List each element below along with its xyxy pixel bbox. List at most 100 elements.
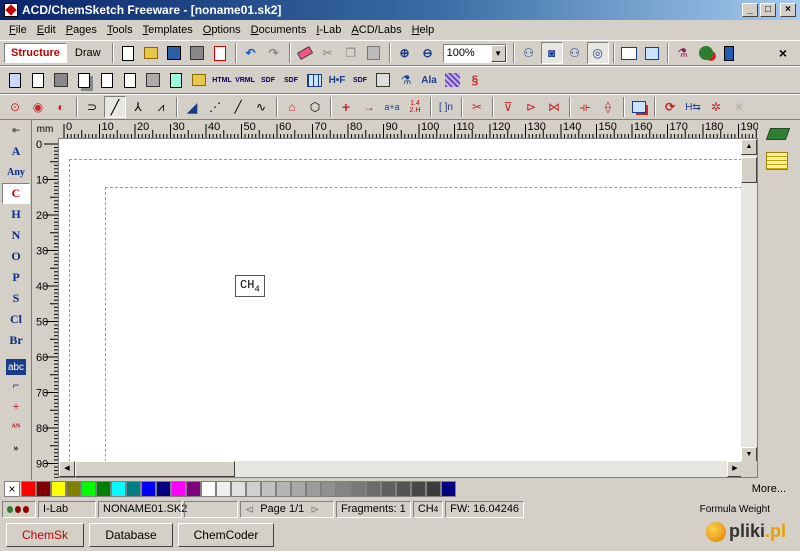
color-swatch[interactable] (201, 481, 216, 497)
atom-mapping-icon[interactable]: a+a (381, 96, 403, 118)
element-sulfur[interactable]: S (2, 288, 30, 309)
explode-icon[interactable]: ✳ (728, 96, 750, 118)
flip-icon[interactable] (96, 69, 118, 91)
image-icon[interactable] (165, 69, 187, 91)
sdf-export-icon[interactable]: SDF (257, 69, 279, 91)
color-swatch[interactable] (381, 481, 396, 497)
minimize-button[interactable]: _ (742, 3, 758, 17)
tab-chemsketch[interactable]: ChemSk (6, 523, 84, 547)
color-swatch[interactable] (291, 481, 306, 497)
color-swatch[interactable] (126, 481, 141, 497)
tether-icon[interactable]: ⋈ (543, 96, 565, 118)
color-swatch[interactable] (36, 481, 51, 497)
undo-icon[interactable]: ↶ (240, 42, 262, 64)
hashed-bond-icon[interactable]: ⋰ (204, 96, 226, 118)
bracket-icon[interactable]: [ ]n (435, 96, 457, 118)
molecule-3d-icon[interactable]: ✲ (705, 96, 727, 118)
menu-edit[interactable]: Edit (32, 24, 61, 36)
table-grid-icon[interactable] (766, 152, 788, 170)
color-swatch[interactable] (441, 481, 456, 497)
lasso-icon[interactable]: ⊃ (81, 96, 103, 118)
color-swatch[interactable] (186, 481, 201, 497)
align-vertical-icon[interactable]: ⟠ (597, 96, 619, 118)
page-icon[interactable] (27, 69, 49, 91)
element-carbon[interactable]: C (2, 183, 30, 204)
color-swatch[interactable] (366, 481, 381, 497)
chain-bond-icon[interactable]: ⅄ (127, 96, 149, 118)
color-swatch[interactable] (141, 481, 156, 497)
color-swatch[interactable] (276, 481, 291, 497)
color-swatch[interactable] (261, 481, 276, 497)
vertical-scroll-thumb[interactable] (741, 157, 757, 183)
menu-templates[interactable]: Templates (138, 24, 198, 36)
3d-viewer-icon[interactable]: ⚗ (672, 42, 694, 64)
color-swatch[interactable] (411, 481, 426, 497)
undefined-bond-icon[interactable]: ╱ (227, 96, 249, 118)
close-button[interactable]: × (780, 3, 796, 17)
element-hydrogen[interactable]: H (2, 204, 30, 225)
app-icon[interactable] (4, 3, 18, 17)
open-folder-icon[interactable] (140, 42, 162, 64)
zoom-in-icon[interactable]: ⊕ (394, 42, 416, 64)
color-swatch[interactable] (156, 481, 171, 497)
flip-vertical-icon[interactable]: ⊽ (497, 96, 519, 118)
element-chlorine[interactable]: Cl (2, 309, 30, 330)
grid-table-icon[interactable] (303, 69, 325, 91)
html-export-icon[interactable]: HTML (211, 69, 233, 91)
methane-molecule[interactable]: CH4 (235, 275, 265, 298)
color-swatch[interactable] (426, 481, 441, 497)
align-horizontal-icon[interactable]: ⟛ (574, 96, 596, 118)
color-swatch[interactable] (51, 481, 66, 497)
vrml-export-icon[interactable]: VRML (234, 69, 256, 91)
color-swatch[interactable] (216, 481, 231, 497)
atom-properties-icon[interactable]: ᴬᴺ (2, 417, 30, 438)
drawing-canvas[interactable]: CH4 ▲ ▼ ◀ ▶ (58, 138, 758, 478)
ala-peptide-icon[interactable]: Ala (418, 69, 440, 91)
color-swatch[interactable] (111, 481, 126, 497)
chart-window-icon[interactable] (618, 42, 640, 64)
rotate-3d-icon[interactable]: ◉ (27, 96, 49, 118)
select-group-icon[interactable]: ⚇ (564, 42, 586, 64)
lasso-select-icon[interactable]: ◎ (586, 42, 609, 64)
select-fragment-icon[interactable]: ◙ (540, 42, 563, 64)
paste-icon[interactable] (363, 42, 385, 64)
chain-icon[interactable]: ⩘ (150, 96, 172, 118)
printer-icon[interactable] (50, 69, 72, 91)
tab-database[interactable]: Database (89, 523, 173, 547)
group-icon[interactable] (628, 96, 650, 118)
element-any[interactable]: Any (2, 162, 30, 183)
add-charge-icon[interactable]: + (2, 396, 30, 417)
periodic-table-icon[interactable]: ⌐ (2, 375, 30, 396)
color-swatch[interactable] (66, 481, 81, 497)
color-swatch[interactable] (21, 481, 36, 497)
element-phosphorus[interactable]: P (2, 267, 30, 288)
more-tools-icon[interactable]: » (2, 438, 30, 459)
maximize-button[interactable]: □ (760, 3, 776, 17)
print-preview-icon[interactable] (209, 42, 231, 64)
molecule-viewer-icon[interactable] (695, 42, 717, 64)
tool-pointer[interactable]: ⇤ (2, 120, 30, 141)
color-swatch[interactable] (351, 481, 366, 497)
more-colors-button[interactable]: More... (752, 483, 786, 495)
template-rings-icon[interactable]: ⚇ (518, 42, 540, 64)
duplicate-icon[interactable] (73, 69, 95, 91)
save-icon[interactable] (163, 42, 185, 64)
menu-tools[interactable]: Tools (102, 24, 138, 36)
chevron-down-icon[interactable]: ▼ (490, 44, 506, 62)
menu-documents[interactable]: Documents (246, 24, 312, 36)
color-swatch[interactable] (306, 481, 321, 497)
wedge-bond-icon[interactable]: ◢ (181, 96, 203, 118)
element-bromine[interactable]: Br (2, 330, 30, 351)
nmr-icon[interactable] (372, 69, 394, 91)
no-color-swatch[interactable]: × (4, 481, 20, 497)
clipboard-icon[interactable] (142, 69, 164, 91)
horizontal-scroll-thumb[interactable] (75, 461, 235, 477)
print-icon[interactable] (186, 42, 208, 64)
redo-icon[interactable]: ↷ (263, 42, 285, 64)
zoom-select[interactable]: 100% ▼ (442, 43, 507, 63)
horizontal-scrollbar[interactable]: ◀ ▶ (59, 461, 743, 477)
dna-icon[interactable]: § (464, 69, 486, 91)
menu-acdlabs[interactable]: ACD/Labs (346, 24, 406, 36)
draw-mode-button[interactable]: Draw (69, 43, 107, 63)
color-swatch[interactable] (96, 481, 111, 497)
